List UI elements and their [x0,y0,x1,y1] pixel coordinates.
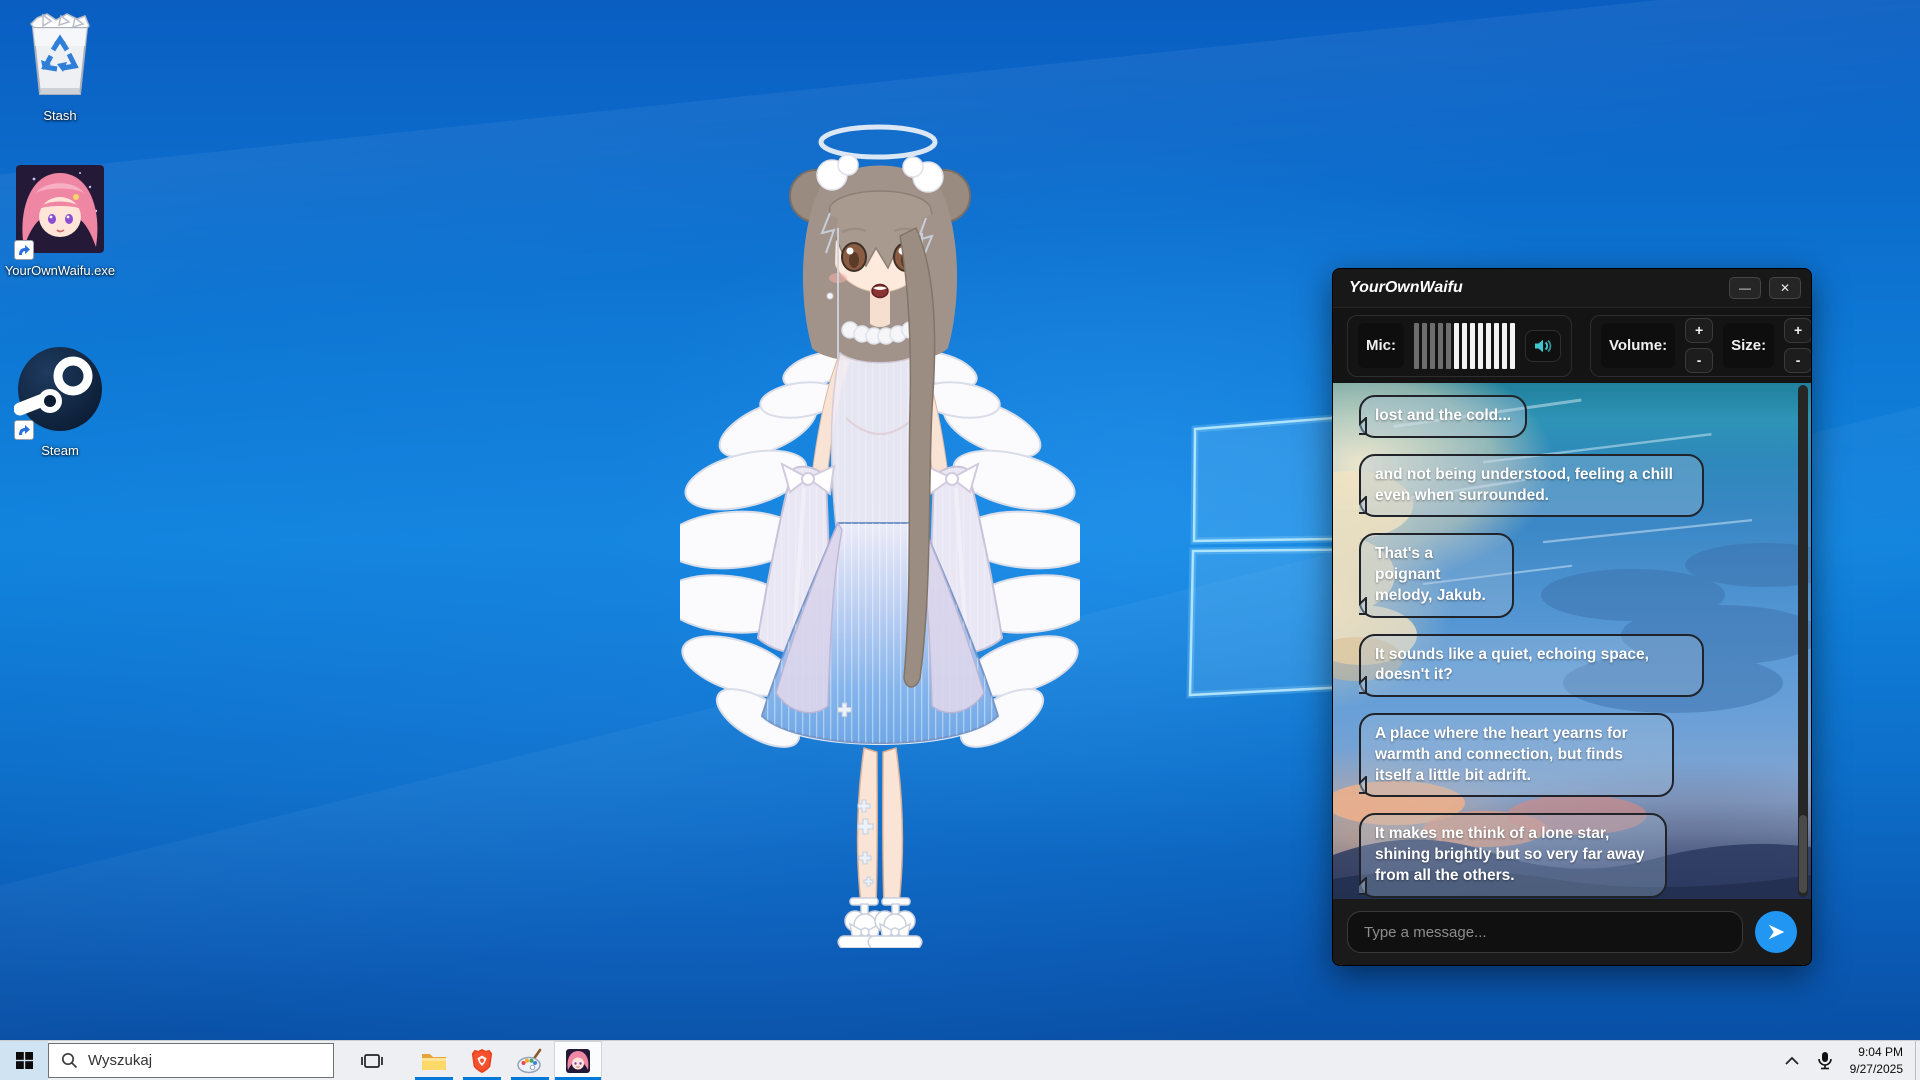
tray-date: 9/27/2025 [1850,1061,1903,1077]
task-view-button[interactable] [348,1041,396,1080]
message-input[interactable] [1347,911,1743,953]
chat-bubble-text: It makes me think of a lone star, shinin… [1375,825,1645,884]
halo [821,127,935,157]
mic-level-bar [1414,323,1419,369]
controls-bar: Mic: Volume: + - Size: [1333,307,1811,383]
desktop-icon-steam[interactable]: Steam [0,343,120,458]
yourownwaifu-window: YourOwnWaifu — ✕ Mic: Volume: [1332,268,1812,966]
bubble-tail [1359,496,1367,514]
file-explorer-icon [421,1050,447,1072]
mic-level-bar [1510,323,1515,369]
window-titlebar[interactable]: YourOwnWaifu — ✕ [1333,269,1811,307]
mic-level-bar [1462,323,1467,369]
desktop-icon-label: Steam [0,443,120,458]
start-button[interactable] [0,1041,48,1080]
chat-bubble-text: A place where the heart yearns for warmt… [1375,725,1628,784]
taskbar-app-brave[interactable] [458,1041,506,1080]
chat-bubble-text: It sounds like a quiet, echoing space, d… [1375,646,1649,684]
size-label: Size: [1723,323,1774,368]
volume-label: Volume: [1601,323,1675,368]
show-desktop-button[interactable] [1915,1041,1920,1080]
chevron-up-icon [1784,1056,1800,1066]
send-button[interactable] [1755,911,1797,953]
bubble-tail [1359,776,1367,794]
volume-up-button[interactable]: + [1685,318,1713,343]
size-up-button[interactable]: + [1784,318,1812,343]
desktop-icon-stash[interactable]: Stash [0,12,120,123]
recycle-bin-full-icon [23,12,97,100]
message-list: lost and the cold... and not being under… [1359,383,1795,899]
window-title: YourOwnWaifu [1349,279,1721,297]
mic-level-bar [1438,323,1443,369]
mic-level-bar [1486,323,1491,369]
chat-scrollbar-thumb[interactable] [1799,815,1807,893]
desktop-icon-label: YourOwnWaifu.exe [0,263,120,278]
chat-bubble: It sounds like a quiet, echoing space, d… [1359,634,1704,698]
mic-level-bar [1430,323,1435,369]
messages-area: lost and the cold... and not being under… [1333,383,1811,899]
mic-level-meter [1414,322,1515,370]
chat-bubble: It makes me think of a lone star, shinin… [1359,813,1667,897]
chat-bubble: and not being understood, feeling a chil… [1359,454,1704,518]
screen: Stash [0,0,1920,1080]
close-button[interactable]: ✕ [1769,277,1801,299]
chat-bubble-text: and not being understood, feeling a chil… [1375,466,1673,504]
mic-label: Mic: [1358,323,1404,368]
size-down-button[interactable]: - [1784,348,1812,373]
send-icon [1765,921,1787,943]
tray-microphone-button[interactable] [1816,1051,1834,1071]
mic-level-bar [1470,323,1475,369]
volume-down-button[interactable]: - [1685,348,1713,373]
mic-level-bar [1454,323,1459,369]
platform-shoes [838,898,922,948]
tray-clock[interactable]: 9:04 PM 9/27/2025 [1850,1044,1903,1076]
taskbar-app-paint[interactable] [506,1041,554,1080]
windows-start-icon [16,1052,33,1069]
chat-bubble-text: lost and the cold... [1375,407,1511,424]
chat-bubble: lost and the cold... [1359,395,1527,438]
mic-group: Mic: [1347,315,1572,377]
bubble-tail [1359,597,1367,615]
paint-icon [517,1048,543,1074]
bubble-tail [1359,877,1367,895]
brave-icon [470,1048,494,1074]
search-icon [61,1052,78,1069]
shortcut-arrow-overlay [14,240,34,260]
tray-chevron-button[interactable] [1784,1056,1800,1066]
chat-scrollbar[interactable] [1798,385,1808,897]
microphone-icon [1816,1051,1834,1071]
taskbar-search[interactable]: Wyszukaj [48,1043,334,1078]
mic-level-bar [1446,323,1451,369]
shortcut-arrow-overlay [14,420,34,440]
taskbar-app-file-explorer[interactable] [410,1041,458,1080]
search-placeholder: Wyszukaj [88,1052,152,1069]
task-view-icon [361,1051,383,1071]
speaker-button[interactable] [1525,330,1561,362]
mic-level-bar [1478,323,1483,369]
chat-bubble: That's a poignant melody, Jakub. [1359,533,1514,617]
chat-bubble-text: That's a poignant melody, Jakub. [1375,545,1486,604]
waifu-character[interactable] [680,118,1080,948]
taskbar-app-yourownwaifu[interactable] [554,1041,602,1080]
message-input-bar [1333,899,1811,965]
bubble-tail [1359,417,1367,435]
taskbar: Wyszukaj [0,1040,1920,1080]
speaker-icon [1533,336,1553,356]
mic-level-bar [1422,323,1427,369]
desktop-icon-label: Stash [0,108,120,123]
yourownwaifu-taskbar-icon [565,1048,591,1074]
chat-bubble: A place where the heart yearns for warmt… [1359,713,1674,797]
mic-level-bar [1502,323,1507,369]
minimize-button[interactable]: — [1729,277,1761,299]
system-tray: 9:04 PM 9/27/2025 [1776,1041,1915,1080]
desktop-icon-yourownwaifu[interactable]: YourOwnWaifu.exe [0,163,120,278]
tray-time: 9:04 PM [1850,1044,1903,1060]
bubble-tail [1359,676,1367,694]
volume-size-group: Volume: + - Size: + - [1590,315,1812,377]
mic-level-bar [1494,323,1499,369]
